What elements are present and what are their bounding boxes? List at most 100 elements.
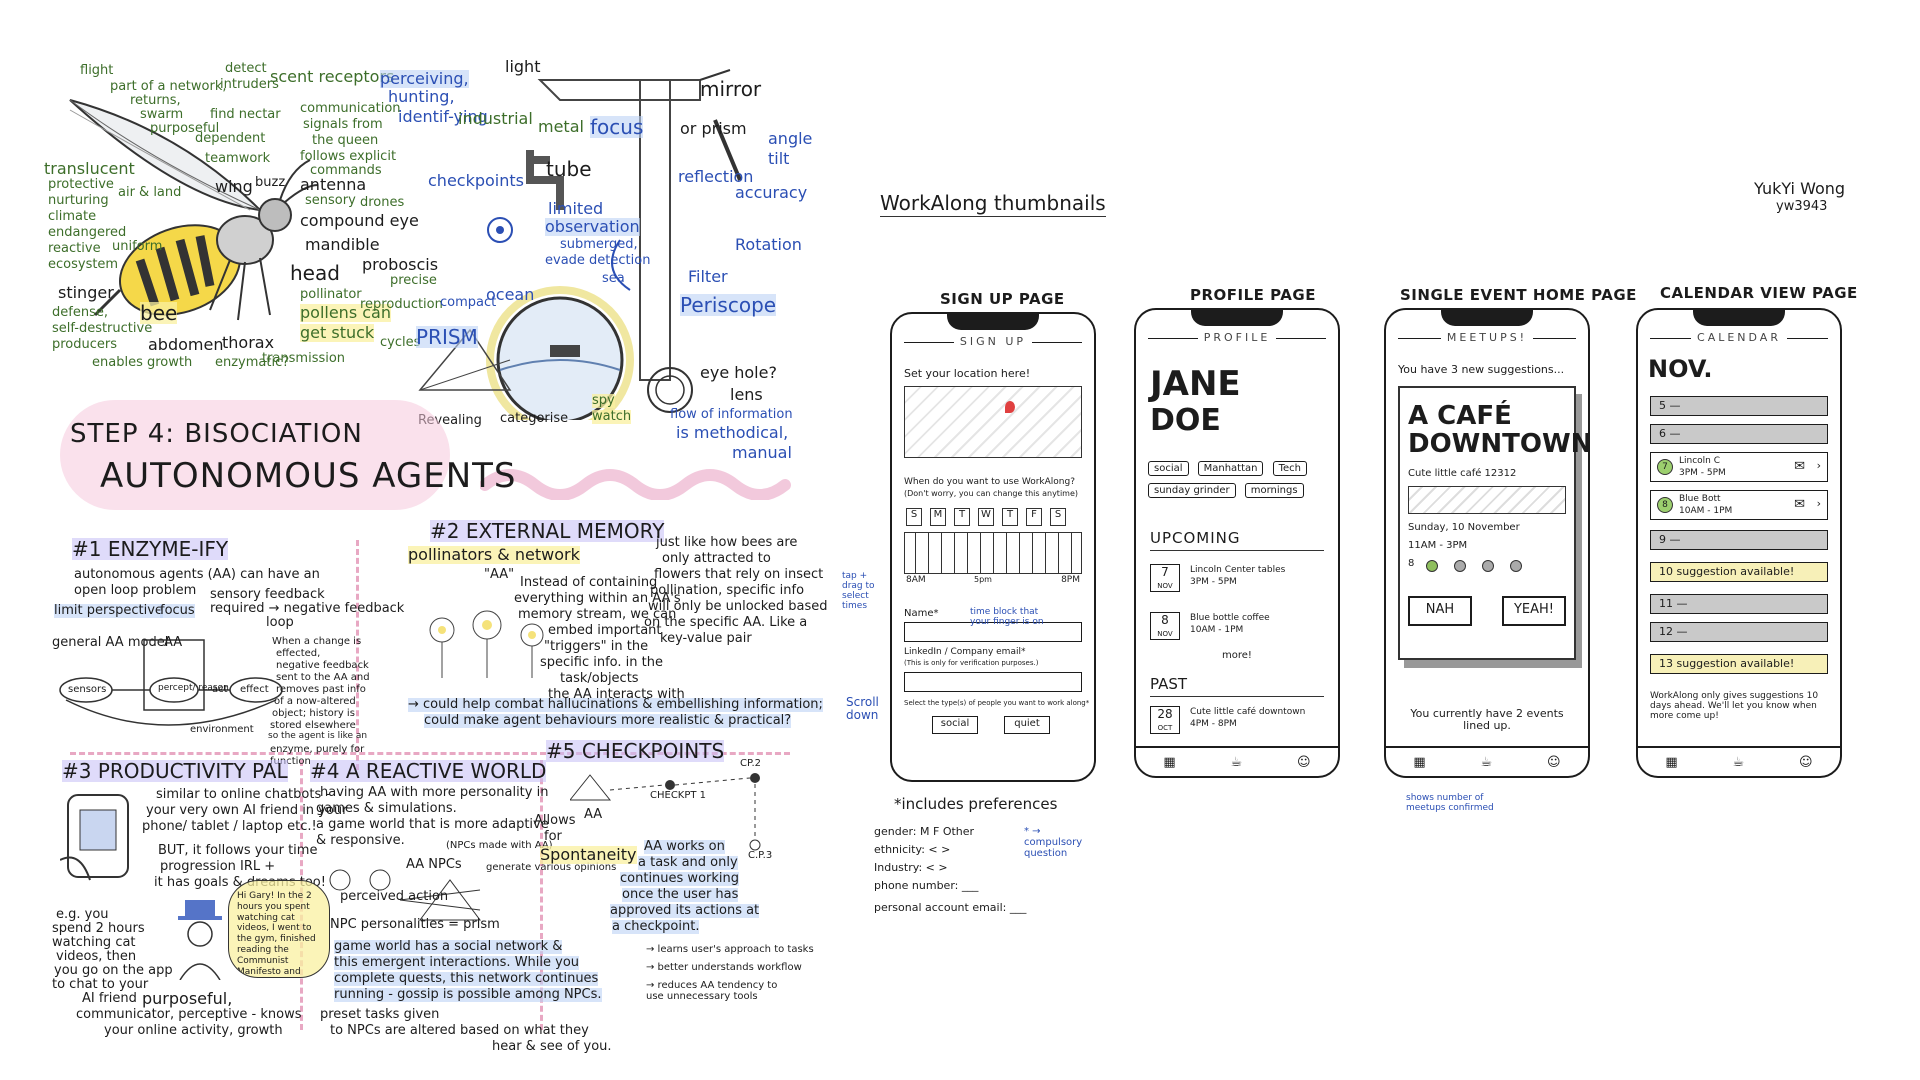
label-signals: signals from xyxy=(303,117,383,132)
day-button[interactable]: S xyxy=(1050,508,1066,526)
label-flight: flight xyxy=(80,63,114,78)
checkpoint-text: continues working xyxy=(620,871,739,887)
calendar-phone: CALENDAR NOV. 5 — 6 — 7 Lincoln C 3PM - … xyxy=(1636,308,1842,778)
memory-text: specific info. in the xyxy=(540,655,663,670)
avatar-sketch xyxy=(178,900,222,980)
pref-email: personal account email: ___ xyxy=(874,901,1027,914)
reactive-world: to NPCs are altered based on what they xyxy=(330,1023,589,1038)
mail-icon[interactable]: ✉ xyxy=(1794,459,1805,474)
calendar-day-row[interactable]: 6 — xyxy=(1650,424,1828,444)
calendar-day-row[interactable]: 9 — xyxy=(1650,530,1828,550)
calendar-suggestion-row[interactable]: 10 suggestion available! xyxy=(1650,562,1828,582)
diagram-sensors: sensors xyxy=(68,684,107,695)
day-badge: 8 xyxy=(1657,497,1673,513)
label-evade: evade detection xyxy=(545,253,651,268)
day-picker: S M T W T F S xyxy=(906,508,1066,526)
day-button[interactable]: T xyxy=(1002,508,1018,526)
profile-tag[interactable]: sunday grinder xyxy=(1148,483,1236,498)
label-submerged: submerged, xyxy=(560,237,638,252)
time-am: 8AM xyxy=(906,575,926,585)
label-find-nectar: find nectar xyxy=(210,107,281,122)
checkpoint-allows: Allows xyxy=(534,813,576,828)
location-map[interactable] xyxy=(904,386,1082,458)
calendar-suggestion-row[interactable]: 13 suggestion available! xyxy=(1650,654,1828,674)
label-transmission: transmission xyxy=(262,351,346,366)
more-link[interactable]: more! xyxy=(1222,650,1252,661)
calendar-day-row[interactable]: 11 — xyxy=(1650,594,1828,614)
calendar-icon[interactable]: ▦ xyxy=(1413,755,1425,770)
mail-icon[interactable]: ✉ xyxy=(1794,497,1805,512)
profile-tag[interactable]: Tech xyxy=(1272,461,1307,476)
label-or-prism: or prism xyxy=(680,119,747,138)
divider xyxy=(1150,696,1324,697)
enzyme-loop: loop xyxy=(266,615,294,630)
enzyme-side: so the agent is like an xyxy=(268,731,368,741)
smile-icon[interactable]: ☺ xyxy=(1547,755,1561,770)
time-slider[interactable] xyxy=(904,532,1082,574)
upcoming-heading: UPCOMING xyxy=(1150,529,1241,547)
profile-tag[interactable]: Manhattan xyxy=(1197,461,1264,476)
signup-phone: SIGN UP Set your location here! When do … xyxy=(890,312,1096,782)
calendar-icon[interactable]: ▦ xyxy=(1665,755,1677,770)
event-time: 4PM - 8PM xyxy=(1190,719,1237,729)
profile-last-name: DOE xyxy=(1150,403,1221,438)
linkedin-label: LinkedIn / Company email* xyxy=(904,647,1026,657)
time-slot: 5pm xyxy=(974,575,992,584)
day-button[interactable]: M xyxy=(930,508,946,526)
coffee-icon[interactable]: ☕ xyxy=(1733,755,1745,770)
main-heading: AUTONOMOUS AGENTS xyxy=(100,456,517,496)
memory-right: only attracted to xyxy=(662,551,771,566)
diagram-aa: AA xyxy=(164,635,183,650)
profile-tag[interactable]: social xyxy=(1148,461,1189,476)
linkedin-input[interactable] xyxy=(904,672,1082,692)
calendar-day-row[interactable]: 12 — xyxy=(1650,622,1828,642)
label-ocean: ocean xyxy=(486,285,535,304)
checkpoint-text: AA works on xyxy=(644,839,725,855)
day-button[interactable]: S xyxy=(906,508,922,526)
calendar-day-row[interactable]: 5 — xyxy=(1650,396,1828,416)
event-card[interactable]: A CAFÉ DOWNTOWN Cute little café 12312 S… xyxy=(1398,386,1588,660)
profile-tag[interactable]: mornings xyxy=(1244,483,1304,498)
section-pal-title: #3 PRODUCTIVITY PAL xyxy=(62,759,288,783)
pref-ethnicity: ethnicity: < > xyxy=(874,843,951,856)
label-enables: enables growth xyxy=(92,355,193,370)
day-button[interactable]: F xyxy=(1026,508,1042,526)
calendar-event-row[interactable]: 7 Lincoln C 3PM - 5PM ✉ › xyxy=(1650,452,1828,482)
day-button[interactable]: T xyxy=(954,508,970,526)
coffee-icon[interactable]: ☕ xyxy=(1231,755,1243,770)
calendar-icon[interactable]: ▦ xyxy=(1163,755,1175,770)
yeah-button[interactable]: YEAH! xyxy=(1502,596,1566,626)
smile-icon[interactable]: ☺ xyxy=(1799,755,1813,770)
pref-phone: phone number: ___ xyxy=(874,879,979,892)
enzyme-side: When a change is xyxy=(272,636,362,647)
chevron-right-icon[interactable]: › xyxy=(1817,459,1821,472)
calendar-event-row[interactable]: 8 Blue Bott 10AM - 1PM ✉ › xyxy=(1650,490,1828,520)
pal-word: purposeful, xyxy=(142,989,233,1008)
label-self-destructive: self-destructive xyxy=(52,321,153,336)
memory-right: pollination, specific info xyxy=(650,583,805,598)
label-mandible: mandible xyxy=(305,235,380,254)
event-time: 11AM - 3PM xyxy=(1408,540,1468,551)
enzyme-negative: required → negative feedback xyxy=(210,601,405,616)
day-button[interactable]: W xyxy=(978,508,994,526)
pal-word: communicator, perceptive - knows xyxy=(76,1007,302,1022)
checkpoint-bullet: → reduces AA tendency to use unnecessary… xyxy=(646,980,778,1002)
tab-bar: ▦ ☕ ☺ xyxy=(1136,746,1338,776)
label-angle: angle xyxy=(768,129,813,148)
calendar-event-time: 10AM - 1PM xyxy=(1679,506,1733,516)
coffee-icon[interactable]: ☕ xyxy=(1481,755,1493,770)
phone-sketch xyxy=(60,794,129,881)
memory-bullet: → could help combat hallucinations & emb… xyxy=(408,697,823,713)
social-option[interactable]: social xyxy=(932,716,978,734)
chevron-right-icon[interactable]: › xyxy=(1817,497,1821,510)
checkpoint-spontaneity: Spontaneity xyxy=(540,845,637,864)
label-light: light xyxy=(505,57,541,76)
nah-button[interactable]: NAH xyxy=(1408,596,1472,626)
pref-gender: gender: M F Other xyxy=(874,825,975,838)
label-head: head xyxy=(290,261,340,285)
label-sensory: sensory xyxy=(305,193,356,208)
pal-word: your online activity, growth xyxy=(104,1023,283,1038)
quiet-option[interactable]: quiet xyxy=(1004,716,1050,734)
smile-icon[interactable]: ☺ xyxy=(1297,755,1311,770)
signup-page-title: SIGN UP PAGE xyxy=(940,290,1065,308)
